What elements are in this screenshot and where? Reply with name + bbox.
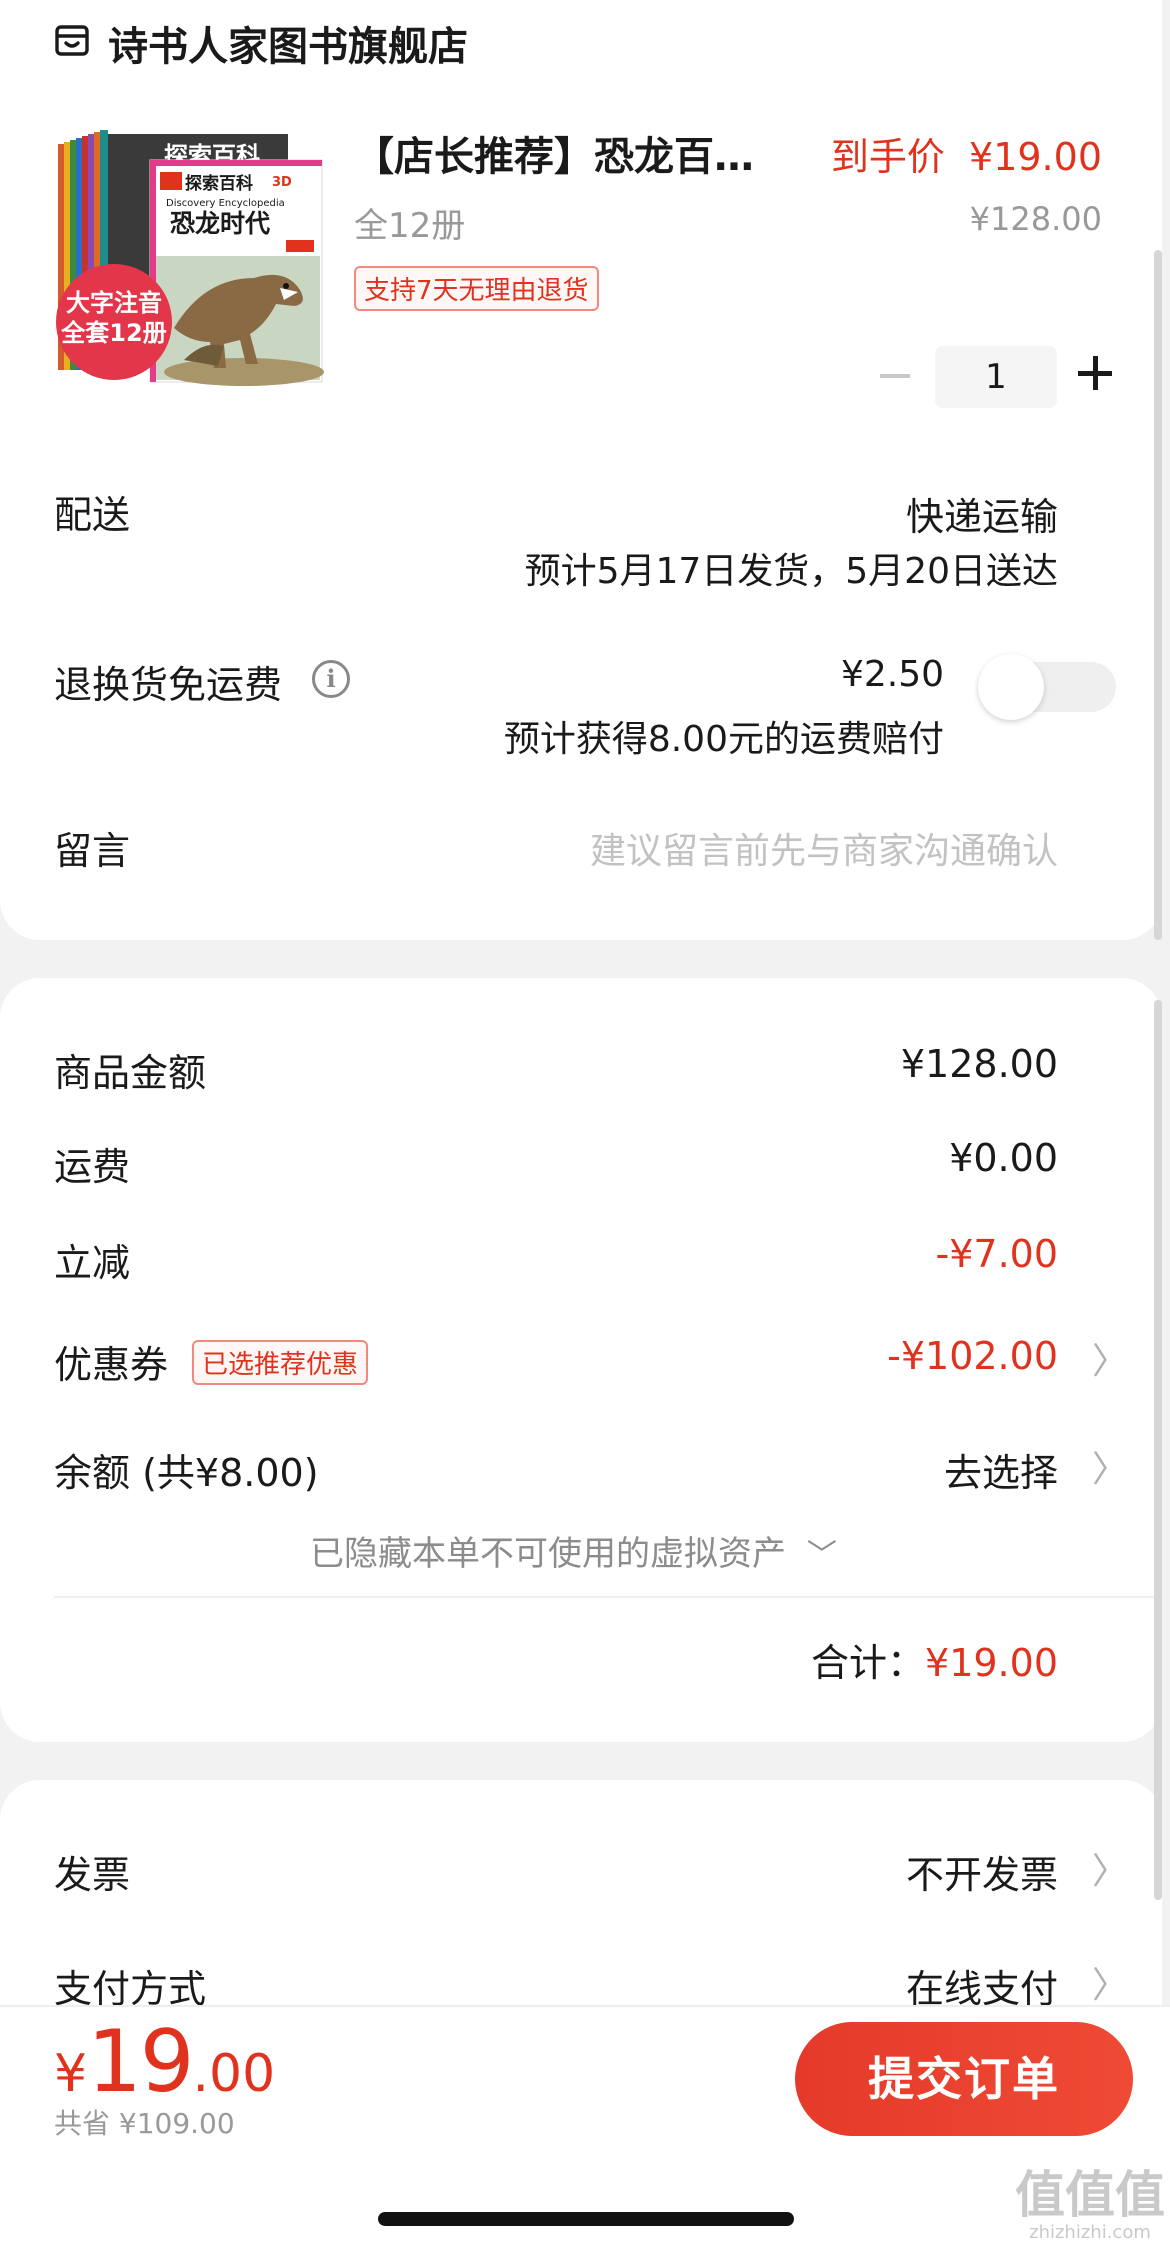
product-title[interactable]: 【店长推荐】恐龙百… <box>354 124 754 182</box>
home-indicator <box>378 2212 794 2226</box>
plus-icon[interactable] <box>1078 356 1112 390</box>
watermark: 值值值 zhizhizhi.com <box>1010 2168 1170 2244</box>
promo-badge-line2: 全套12册 <box>61 319 167 347</box>
hidden-assets-toggle[interactable]: 已隐藏本单不可使用的虚拟资产 ﹀ <box>310 1526 837 1575</box>
balance-chevron-icon[interactable]: 〉 <box>1092 1440 1128 1492</box>
promo-badge-line1: 大字注音 <box>66 289 162 317</box>
delivery-estimate: 预计5月17日发货，5月20日送达 <box>524 551 1058 592</box>
watermark-logo: 值值值 <box>1015 2166 1165 2224</box>
scrollbar-top[interactable] <box>1154 250 1162 940</box>
checkout-page: 诗书人家图书旗舰店 探索百科 探索百科 3D Discovery Encyclo… <box>0 0 1170 2257</box>
return-policy-tag: 支持7天无理由退货 <box>354 266 599 311</box>
chevron-down-icon: ﹀ <box>806 1538 837 1573</box>
final-price: 到手价 ¥19.00 <box>831 126 1102 181</box>
coupon-value[interactable]: -¥102.00 <box>887 1334 1058 1378</box>
coupon-chevron-icon[interactable]: 〉 <box>1092 1332 1128 1384</box>
delivery-method[interactable]: 快递运输 <box>906 486 1058 541</box>
footer-price-int: 19 <box>87 2012 194 2112</box>
coupon-label[interactable]: 优惠券 <box>54 1334 168 1389</box>
payment-chevron-icon[interactable]: 〉 <box>1092 1956 1128 2008</box>
shop-name[interactable]: 诗书人家图书旗舰店 <box>108 14 468 72</box>
scrollbar-main[interactable] <box>1154 1000 1162 1900</box>
shipping-fee-value: ¥0.00 <box>949 1136 1058 1180</box>
instant-discount-value: -¥7.00 <box>935 1232 1059 1276</box>
product-image[interactable]: 探索百科 探索百科 3D Discovery Encyclopedia 恐龙时代 <box>54 128 326 386</box>
cover-title: 恐龙时代 <box>170 209 270 238</box>
info-icon[interactable]: i <box>312 660 350 698</box>
return-shipping-price: ¥2.50 <box>840 654 944 695</box>
final-price-value: ¥19.00 <box>969 135 1102 179</box>
message-label: 留言 <box>54 829 131 873</box>
summary-divider <box>54 1596 1162 1598</box>
footer-currency: ¥ <box>54 2044 88 2104</box>
balance-label[interactable]: 余额 (共¥8.00) <box>54 1442 319 1497</box>
promo-badge: 大字注音 全套12册 <box>56 264 172 380</box>
product-spec[interactable]: 全12册 <box>354 198 465 247</box>
invoice-value[interactable]: 不开发票 <box>906 1844 1058 1899</box>
goods-amount-label: 商品金额 <box>54 1051 207 1095</box>
coupon-tag: 已选推荐优惠 <box>192 1340 369 1385</box>
return-shipping-note: 预计获得8.00元的运费赔付 <box>503 719 944 760</box>
total-label: 合计： <box>811 1641 926 1685</box>
delivery-label: 配送 <box>54 493 131 537</box>
footer-total: ¥19.00 <box>54 2012 275 2112</box>
store-icon <box>54 22 90 58</box>
invoice-label[interactable]: 发票 <box>54 1844 130 1899</box>
return-shipping-toggle[interactable] <box>978 654 1116 720</box>
3d-badge: 3D <box>272 175 292 190</box>
original-price: ¥128.00 <box>969 200 1102 238</box>
footer-price-dec: .00 <box>192 2044 276 2104</box>
cover-subtitle: Discovery Encyclopedia <box>166 198 285 209</box>
submit-order-button[interactable]: 提交订单 <box>795 2022 1133 2136</box>
total-value: ¥19.00 <box>925 1641 1058 1685</box>
order-total: 合计：¥19.00 <box>811 1632 1058 1687</box>
series-label: 探索百科 <box>185 173 253 194</box>
hidden-assets-text: 已隐藏本单不可使用的虚拟资产 <box>310 1534 786 1574</box>
shipping-fee-label: 运费 <box>54 1145 131 1189</box>
balance-select[interactable]: 去选择 <box>944 1442 1058 1497</box>
footer-saved: 共省 ¥109.00 <box>54 2107 235 2140</box>
quantity-input[interactable]: 1 <box>935 346 1057 408</box>
instant-discount-label: 立减 <box>54 1241 131 1285</box>
toggle-knob <box>978 654 1044 720</box>
return-shipping-label: 退换货免运费 <box>54 663 283 707</box>
minus-icon[interactable] <box>880 374 910 378</box>
order-item-card: 诗书人家图书旗舰店 探索百科 探索百科 3D Discovery Encyclo… <box>0 0 1162 940</box>
final-price-label: 到手价 <box>830 135 945 179</box>
goods-amount-value: ¥128.00 <box>900 1042 1058 1086</box>
message-input[interactable]: 建议留言前先与商家沟通确认 <box>590 822 1058 874</box>
invoice-chevron-icon[interactable]: 〉 <box>1092 1842 1128 1894</box>
watermark-url: zhizhizhi.com <box>1029 2222 1151 2243</box>
